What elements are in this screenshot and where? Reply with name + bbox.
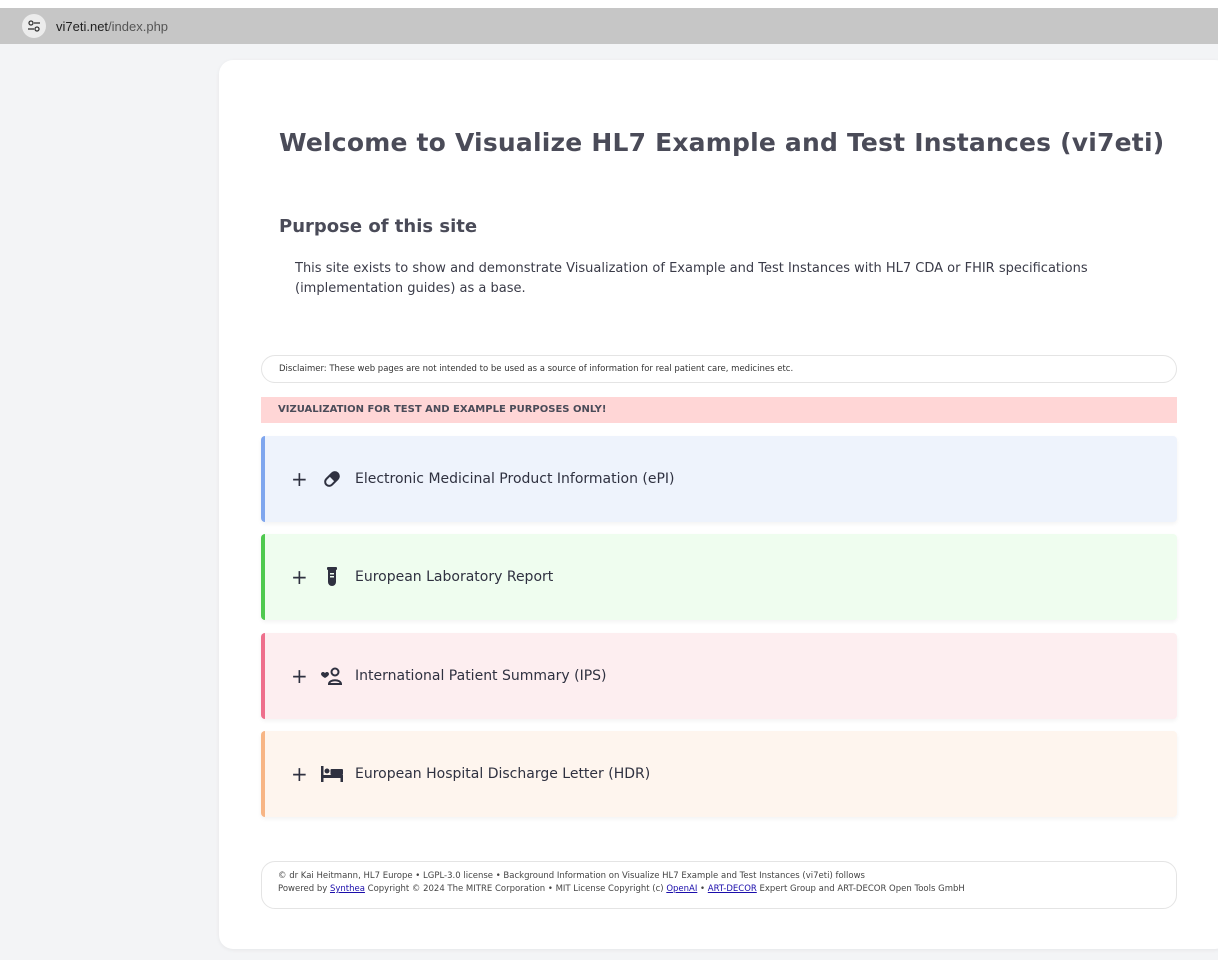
section-label: European Hospital Discharge Letter (HDR) <box>355 766 651 782</box>
section-hdr[interactable]: + European Hospital Discharge Letter (HD… <box>261 731 1177 817</box>
bed-icon <box>321 763 343 785</box>
expand-icon[interactable]: + <box>291 666 311 686</box>
separator: • <box>697 884 708 894</box>
openai-link[interactable]: OpenAI <box>666 884 697 894</box>
url-path: /index.php <box>108 18 169 34</box>
browser-top-edge <box>0 0 1218 8</box>
powered-by-text: Powered by <box>278 884 330 894</box>
purpose-heading: Purpose of this site <box>279 216 478 237</box>
pill-icon <box>321 468 343 490</box>
expand-icon[interactable]: + <box>291 567 311 587</box>
footer-line-2: Powered by Synthea Copyright © 2024 The … <box>278 883 1176 896</box>
section-epi[interactable]: + Electronic Medicinal Product Informati… <box>261 436 1177 522</box>
browser-address-bar[interactable]: vi7eti.net/index.php <box>0 8 1218 44</box>
purpose-text: This site exists to show and demonstrate… <box>295 261 1088 296</box>
section-label: Electronic Medicinal Product Information… <box>355 471 675 487</box>
test-tube-icon <box>321 566 343 588</box>
section-label: European Laboratory Report <box>355 569 554 585</box>
section-lab[interactable]: + European Laboratory Report <box>261 534 1177 620</box>
footer-tail: Expert Group and ART-DECOR Open Tools Gm… <box>756 884 965 894</box>
expand-icon[interactable]: + <box>291 469 311 489</box>
patient-heart-icon <box>321 665 343 687</box>
synthea-link[interactable]: Synthea <box>330 884 365 894</box>
disclaimer-box: Disclaimer: These web pages are not inte… <box>261 355 1177 383</box>
section-ips[interactable]: + International Patient Summary (IPS) <box>261 633 1177 719</box>
artdecor-link[interactable]: ART-DECOR <box>708 884 757 894</box>
tune-icon[interactable] <box>22 14 46 38</box>
footer-line-1: © dr Kai Heitmann, HL7 Europe • LGPL-3.0… <box>278 871 865 881</box>
section-label: International Patient Summary (IPS) <box>355 668 607 684</box>
footer: © dr Kai Heitmann, HL7 Europe • LGPL-3.0… <box>261 861 1177 909</box>
mitre-text: Copyright © 2024 The MITRE Corporation •… <box>364 884 667 894</box>
page-title: Welcome to Visualize HL7 Example and Tes… <box>279 128 1165 157</box>
url-host: vi7eti.net <box>56 18 109 34</box>
expand-icon[interactable]: + <box>291 764 311 784</box>
warning-banner: VIZUALIZATION FOR TEST AND EXAMPLE PURPO… <box>261 397 1177 423</box>
url-text[interactable]: vi7eti.net/index.php <box>56 19 168 34</box>
main-card: Welcome to Visualize HL7 Example and Tes… <box>219 60 1218 949</box>
